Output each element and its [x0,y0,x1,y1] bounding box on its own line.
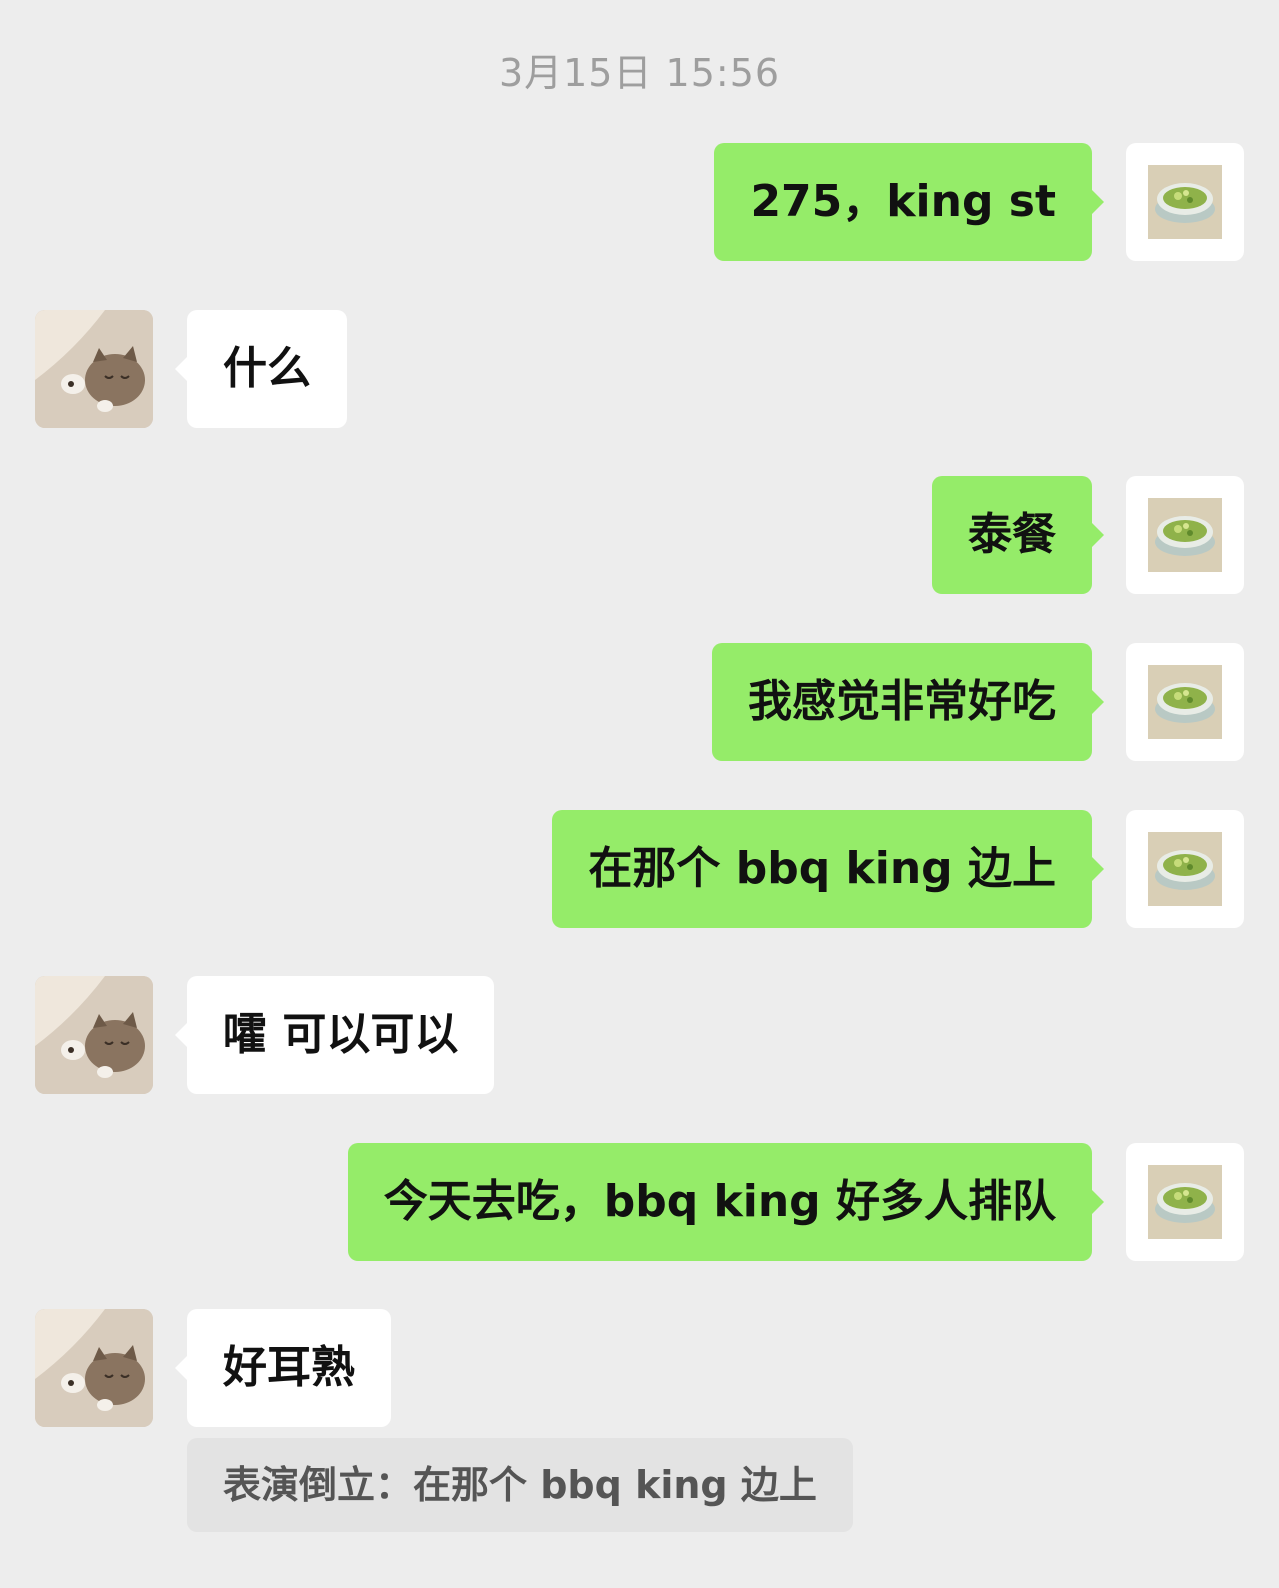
message-row: 我感觉非常好吃 [664,643,1244,761]
bowl-avatar-icon[interactable] [1126,476,1244,594]
incoming-message-bubble[interactable]: 什么 [175,310,347,428]
chat-timestamp: 3月15日 15:56 [498,51,781,95]
message-row: 今天去吃，bbq king 好多人排队 [314,1143,1244,1261]
incoming-message-bubble[interactable]: 好耳熟 [175,1309,391,1427]
bowl-avatar-icon[interactable] [1126,1143,1244,1261]
message-row: 好耳熟 [35,1309,435,1427]
message-row: 在那个 bbq king 边上 [544,810,1244,928]
message-row: 275，king st [714,143,1244,261]
outgoing-message-bubble[interactable]: 今天去吃，bbq king 好多人排队 [347,1143,1105,1261]
message-row: 嚯 可以可以 [35,976,535,1094]
incoming-message-bubble[interactable]: 嚯 可以可以 [174,976,495,1094]
quoted-reply[interactable]: 表演倒立：在那个 bbq king 边上 [187,1438,853,1532]
bowl-avatar-icon[interactable] [1126,143,1244,261]
message-row: 泰餐 [914,476,1244,594]
kitten-avatar-icon[interactable] [35,1309,153,1427]
bowl-avatar-icon[interactable] [1126,643,1244,761]
outgoing-message-bubble[interactable]: 在那个 bbq king 边上 [552,810,1104,928]
outgoing-message-bubble[interactable]: 泰餐 [932,476,1104,594]
outgoing-message-bubble[interactable]: 我感觉非常好吃 [712,643,1104,761]
message-row: 什么 [35,310,365,428]
kitten-avatar-icon[interactable] [35,310,153,428]
bowl-avatar-icon[interactable] [1126,810,1244,928]
kitten-avatar-icon[interactable] [35,976,153,1094]
outgoing-message-bubble[interactable]: 275，king st [714,143,1104,261]
